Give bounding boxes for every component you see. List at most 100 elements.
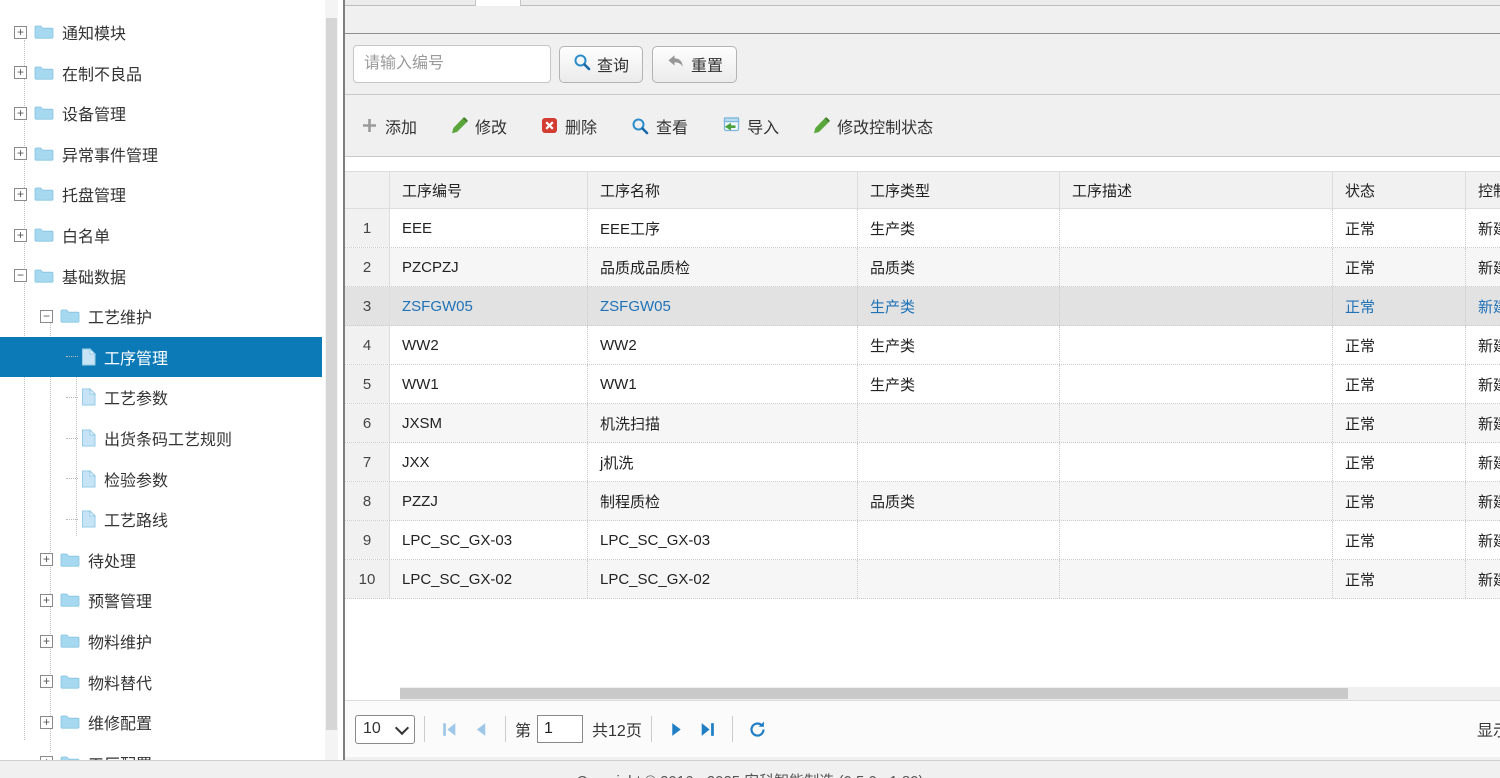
tree-item[interactable]: +维修配置 [0, 702, 322, 742]
active-tab[interactable] [475, 0, 521, 6]
plus-toggle-icon[interactable]: + [14, 26, 27, 39]
minus-toggle-icon[interactable]: − [40, 310, 53, 323]
plus-toggle-icon[interactable]: + [40, 553, 53, 566]
table-row[interactable]: 2PZCPZJ品质成品质检品质类正常新建 [345, 248, 1500, 287]
table-row[interactable]: 9LPC_SC_GX-03LPC_SC_GX-03正常新建 [345, 521, 1500, 560]
tree-item[interactable]: +设备管理 [0, 93, 322, 133]
tree-item[interactable]: +通知模块 [0, 12, 322, 52]
plus-toggle-icon[interactable]: + [40, 675, 53, 688]
tree-item[interactable]: +物料维护 [0, 621, 322, 661]
plus-toggle-icon[interactable]: + [40, 756, 53, 760]
plus-toggle-icon[interactable]: + [14, 147, 27, 160]
tree-item[interactable]: +在制不良品 [0, 53, 322, 93]
search-input[interactable] [353, 45, 551, 83]
next-page-button[interactable] [667, 720, 686, 739]
query-button[interactable]: 查询 [559, 46, 643, 83]
folder-icon [60, 674, 80, 690]
plus-toggle-icon[interactable]: + [40, 716, 53, 729]
plus-toggle-icon[interactable]: + [14, 107, 27, 120]
tree-item[interactable]: −工艺维护 [0, 296, 322, 336]
page-number-input[interactable] [537, 715, 583, 743]
column-header[interactable]: 工序类型 [858, 172, 1060, 208]
plus-toggle-icon[interactable]: + [14, 188, 27, 201]
plus-toggle-icon[interactable]: + [14, 229, 27, 242]
table-cell: 新建 [1466, 365, 1500, 403]
tree-item[interactable]: 检验参数 [0, 459, 322, 499]
column-header[interactable]: 控制状态 [1466, 172, 1500, 208]
undo-arrow-icon [666, 53, 685, 75]
table-row[interactable]: 1EEEEEE工序生产类正常新建 [345, 209, 1500, 248]
table-cell: 机洗扫描 [588, 404, 858, 442]
table-row[interactable]: 8PZZJ制程质检品质类正常新建 [345, 482, 1500, 521]
column-header[interactable]: 工序描述 [1060, 172, 1333, 208]
sidebar-scrollbar-thumb[interactable] [326, 18, 337, 730]
table-cell: LPC_SC_GX-02 [390, 560, 588, 598]
table-row[interactable]: 6JXSM机洗扫描正常新建 [345, 404, 1500, 443]
table-cell: 新建 [1466, 482, 1500, 520]
plus-toggle-icon[interactable]: + [40, 594, 53, 607]
tree-item[interactable]: 工艺参数 [0, 377, 322, 417]
toolbar-button-label: 修改 [475, 114, 507, 138]
row-number-header[interactable] [345, 172, 390, 208]
tree-item-label: 出货条码工艺规则 [104, 426, 232, 450]
table-cell: 正常 [1333, 404, 1466, 442]
previous-page-button[interactable] [471, 720, 490, 739]
last-page-button[interactable] [698, 720, 717, 739]
table-row[interactable]: 3ZSFGW05ZSFGW05生产类正常新建 [345, 287, 1500, 326]
tree-item[interactable]: + 白名单 [0, 215, 322, 255]
table-cell: WW1 [588, 365, 858, 403]
plus-toggle-icon[interactable]: + [14, 66, 27, 79]
import-button[interactable]: 导入 [720, 110, 781, 142]
table-cell: WW2 [588, 326, 858, 364]
table-cell: 新建 [1466, 326, 1500, 364]
table-row[interactable]: 5WW1WW1生产类正常新建 [345, 365, 1500, 404]
pencil-icon [451, 117, 468, 134]
tree-item[interactable]: 出货条码工艺规则 [0, 418, 322, 458]
table-cell: 新建 [1466, 404, 1500, 442]
column-header[interactable]: 工序编号 [390, 172, 588, 208]
page-size-select[interactable]: 10 [355, 715, 415, 744]
view-button[interactable]: 查看 [629, 110, 690, 142]
tree-item-label: 异常事件管理 [62, 142, 158, 166]
horizontal-scrollbar-thumb[interactable] [400, 688, 1348, 699]
page-prefix-label: 第 [515, 717, 531, 741]
edit-button[interactable]: 修改 [449, 110, 509, 142]
tree-item-label: 工序管理 [104, 345, 168, 369]
sidebar-scrollbar[interactable] [325, 0, 338, 760]
tree-item[interactable]: +待处理 [0, 540, 322, 580]
table-cell: 新建 [1466, 521, 1500, 559]
tree-item[interactable]: 工序管理 [0, 337, 322, 377]
column-header[interactable]: 状态 [1333, 172, 1466, 208]
first-page-button[interactable] [440, 720, 459, 739]
folder-icon [34, 65, 54, 81]
horizontal-scrollbar[interactable] [345, 687, 1500, 700]
column-header[interactable]: 工序名称 [588, 172, 858, 208]
row-number-cell: 9 [345, 521, 390, 559]
tree-item[interactable]: +预警管理 [0, 580, 322, 620]
tree-item-label: 白名单 [62, 223, 110, 247]
tree-item[interactable]: +工厂配置 [0, 743, 322, 760]
table-cell: 正常 [1333, 248, 1466, 286]
table-row[interactable]: 7JXXj机洗正常新建 [345, 443, 1500, 482]
edit-control-status-button[interactable]: 修改控制状态 [811, 110, 935, 142]
table-cell: 品质成品质检 [588, 248, 858, 286]
add-button[interactable]: 添加 [359, 110, 419, 142]
table-cell: 正常 [1333, 560, 1466, 598]
tree-item[interactable]: +物料替代 [0, 662, 322, 702]
plus-toggle-icon[interactable]: + [40, 635, 53, 648]
table-row[interactable]: 4WW2WW2生产类正常新建 [345, 326, 1500, 365]
folder-icon [34, 105, 54, 121]
table-cell: LPC_SC_GX-03 [588, 521, 858, 559]
refresh-button[interactable] [748, 720, 767, 739]
table-row[interactable]: 10LPC_SC_GX-02LPC_SC_GX-02正常新建 [345, 560, 1500, 599]
tree-item[interactable]: + 异常事件管理 [0, 134, 322, 174]
table-cell: WW2 [390, 326, 588, 364]
import-icon [722, 117, 740, 134]
reset-button[interactable]: 重置 [652, 46, 737, 83]
minus-toggle-icon[interactable]: − [14, 269, 27, 282]
table-cell: JXX [390, 443, 588, 481]
tree-item[interactable]: −基础数据 [0, 256, 322, 296]
tree-item[interactable]: 工艺路线 [0, 499, 322, 539]
tree-item[interactable]: +托盘管理 [0, 174, 322, 214]
delete-button[interactable]: 删除 [539, 110, 599, 142]
